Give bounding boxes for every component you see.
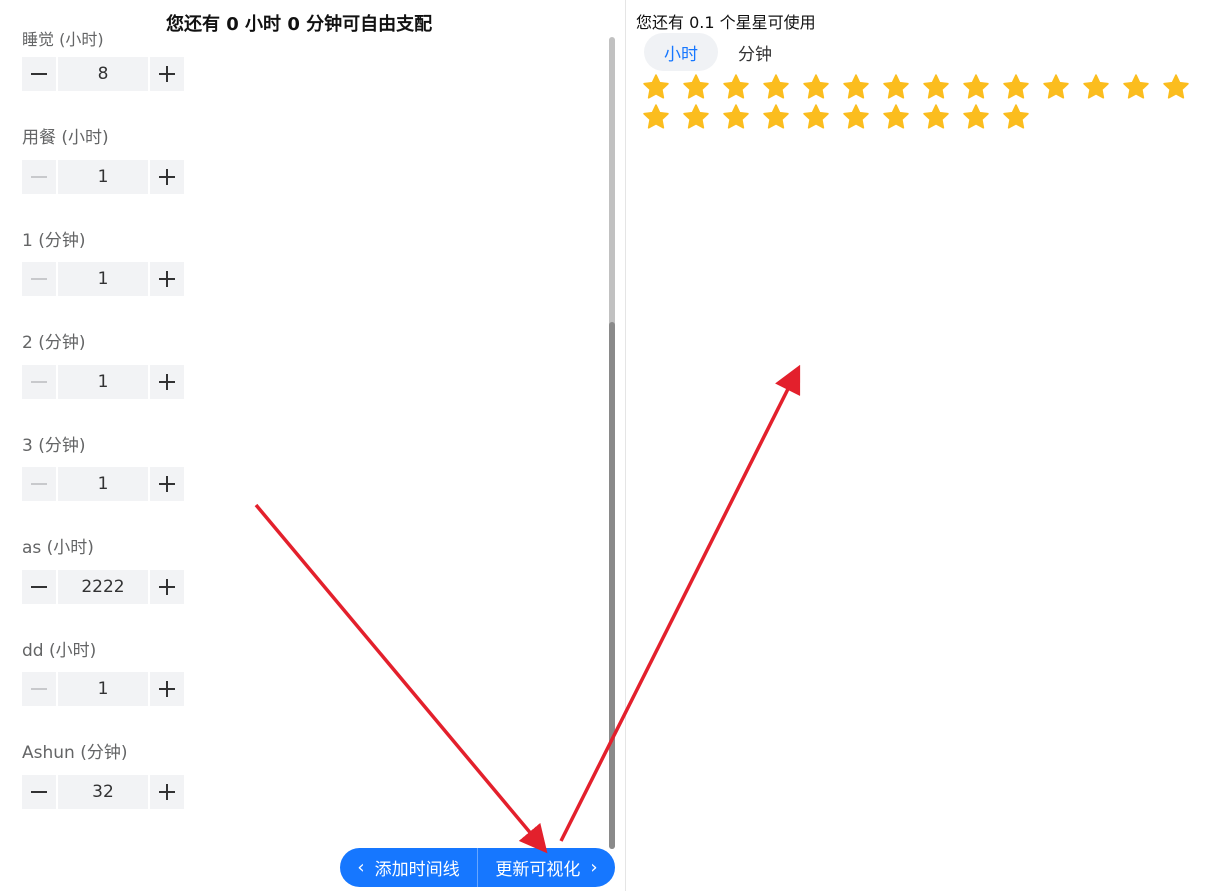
field-label-sleep: 睡觉 (小时) xyxy=(22,30,104,49)
star-icon xyxy=(836,102,876,132)
star-icon xyxy=(676,102,716,132)
minus-icon[interactable] xyxy=(22,57,56,91)
star-icon xyxy=(916,72,956,102)
minus-icon[interactable] xyxy=(22,262,56,296)
stepper-3: 1 xyxy=(22,467,184,501)
minus-icon[interactable] xyxy=(22,775,56,809)
plus-icon[interactable] xyxy=(150,775,184,809)
plus-icon[interactable] xyxy=(150,570,184,604)
star-icon xyxy=(836,72,876,102)
stepper-value[interactable]: 1 xyxy=(58,672,148,706)
stepper-value[interactable]: 8 xyxy=(58,57,148,91)
star-icon xyxy=(996,102,1036,132)
add-timeline-button[interactable]: ‹ 添加时间线 xyxy=(340,848,477,887)
stepper-sleep: 8 xyxy=(22,57,184,91)
stars-title: 您还有 0.1 个星星可使用 xyxy=(636,13,816,32)
plus-icon[interactable] xyxy=(150,672,184,706)
stepper-value[interactable]: 1 xyxy=(58,160,148,194)
star-icon xyxy=(1116,72,1156,102)
update-visual-label: 更新可视化 xyxy=(495,860,581,880)
stepper-ashun: 32 xyxy=(22,775,184,809)
plus-icon[interactable] xyxy=(150,262,184,296)
field-label-3: 3 (分钟) xyxy=(22,436,86,456)
stepper-value[interactable]: 1 xyxy=(58,365,148,399)
star-icon xyxy=(996,72,1036,102)
stepper-dd: 1 xyxy=(22,672,184,706)
star-icon xyxy=(876,72,916,102)
tab-hours[interactable]: 小时 xyxy=(644,33,718,71)
star-icon xyxy=(796,72,836,102)
star-icon xyxy=(916,102,956,132)
stepper-value[interactable]: 1 xyxy=(58,467,148,501)
add-timeline-label: 添加时间线 xyxy=(374,860,460,880)
star-icon xyxy=(756,102,796,132)
stepper-as: 2222 xyxy=(22,570,184,604)
star-grid xyxy=(636,72,1196,132)
star-icon xyxy=(756,72,796,102)
star-icon xyxy=(716,102,756,132)
free-time-title: 您还有 0 小时 0 分钟可自由支配 xyxy=(166,10,433,36)
field-label-as: as (小时) xyxy=(22,538,94,558)
tab-minutes[interactable]: 分钟 xyxy=(718,33,792,71)
field-label-2: 2 (分钟) xyxy=(22,333,86,353)
stepper-1: 1 xyxy=(22,262,184,296)
minus-icon[interactable] xyxy=(22,467,56,501)
stepper-value[interactable]: 32 xyxy=(58,775,148,809)
unit-tabs: 小时 分钟 xyxy=(644,33,792,71)
chevron-left-icon: ‹ xyxy=(357,856,365,878)
star-icon xyxy=(876,102,916,132)
minus-icon[interactable] xyxy=(22,570,56,604)
star-icon xyxy=(796,102,836,132)
star-icon xyxy=(636,72,676,102)
stepper-value[interactable]: 1 xyxy=(58,262,148,296)
star-icon xyxy=(956,72,996,102)
plus-icon[interactable] xyxy=(150,467,184,501)
plus-icon[interactable] xyxy=(150,365,184,399)
stepper-meal: 1 xyxy=(22,160,184,194)
star-icon xyxy=(1156,72,1196,102)
star-icon xyxy=(1076,72,1116,102)
minus-icon[interactable] xyxy=(22,672,56,706)
star-icon xyxy=(716,72,756,102)
left-panel: 您还有 0 小时 0 分钟可自由支配 睡觉 (小时) 8 用餐 (小时) 1 1… xyxy=(0,0,626,891)
field-label-dd: dd (小时) xyxy=(22,641,97,661)
star-icon xyxy=(676,72,716,102)
plus-icon[interactable] xyxy=(150,57,184,91)
stepper-2: 1 xyxy=(22,365,184,399)
update-visual-button[interactable]: 更新可视化 › xyxy=(478,848,615,887)
action-bar: ‹ 添加时间线 更新可视化 › xyxy=(340,848,615,887)
star-icon xyxy=(1036,72,1076,102)
minus-icon[interactable] xyxy=(22,160,56,194)
plus-icon[interactable] xyxy=(150,160,184,194)
field-label-meal: 用餐 (小时) xyxy=(22,128,109,148)
field-label-ashun: Ashun (分钟) xyxy=(22,743,128,763)
stepper-value[interactable]: 2222 xyxy=(58,570,148,604)
chevron-right-icon: › xyxy=(590,856,598,878)
scrollbar-track[interactable] xyxy=(609,37,615,849)
star-icon xyxy=(956,102,996,132)
scrollbar-thumb[interactable] xyxy=(609,322,615,849)
app-page: 您还有 0 小时 0 分钟可自由支配 睡觉 (小时) 8 用餐 (小时) 1 1… xyxy=(0,0,1217,891)
star-icon xyxy=(636,102,676,132)
field-label-1: 1 (分钟) xyxy=(22,231,86,251)
minus-icon[interactable] xyxy=(22,365,56,399)
